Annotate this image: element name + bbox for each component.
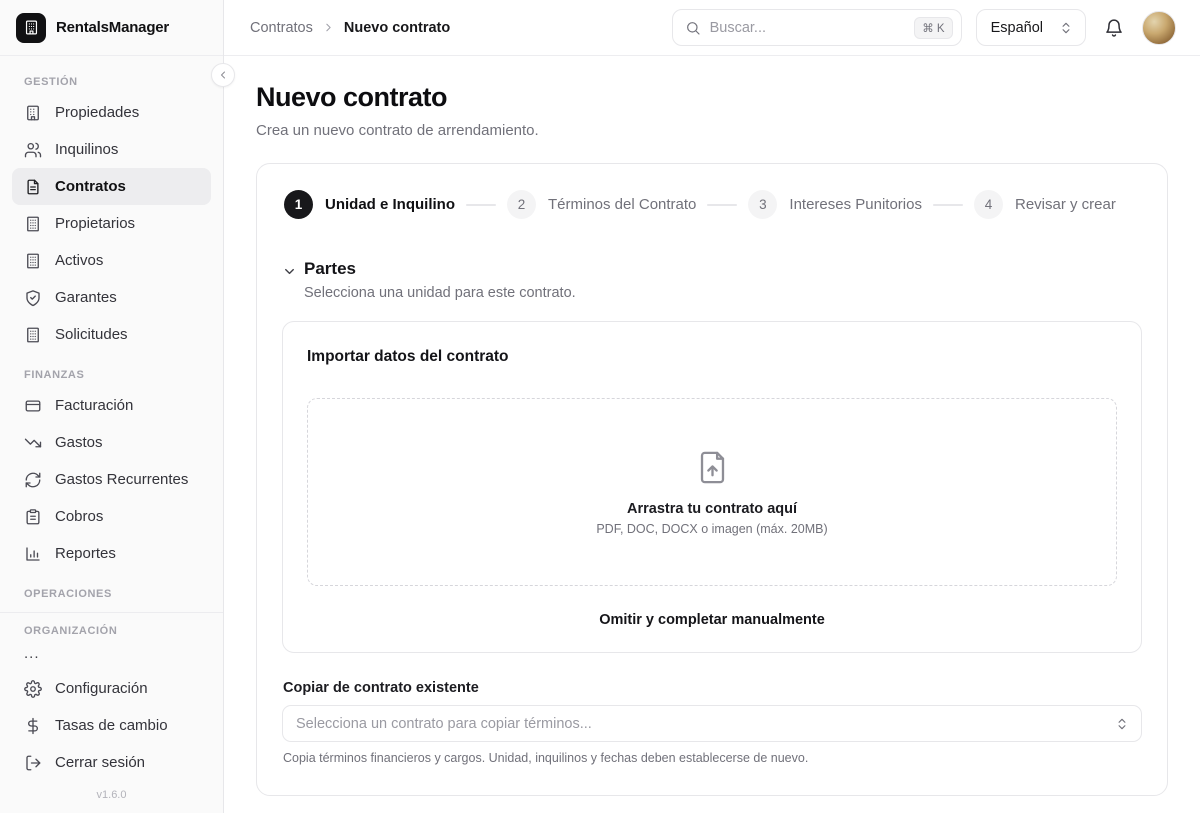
copy-contract-helper: Copia términos financieros y cargos. Uni…: [282, 751, 1142, 765]
file-upload-icon: [694, 449, 731, 486]
partes-section-toggle[interactable]: Partes: [282, 259, 1142, 279]
wizard-stepper: 1 Unidad e Inquilino 2 Términos del Cont…: [282, 190, 1142, 219]
sidebar-item-organization-more[interactable]: ...: [12, 643, 211, 662]
step-number: 1: [284, 190, 313, 219]
bell-icon: [1104, 18, 1124, 38]
dropzone-main-text: Arrastra tu contrato aquí: [627, 501, 797, 517]
breadcrumb: Contratos Nuevo contrato: [250, 20, 450, 36]
step-connector: [707, 204, 737, 206]
breadcrumb-parent[interactable]: Contratos: [250, 20, 313, 36]
sidebar: RentalsManager GESTIÓN Propiedades Inqui…: [0, 0, 224, 813]
gear-icon: [24, 680, 42, 698]
file-dropzone[interactable]: Arrastra tu contrato aquí PDF, DOC, DOCX…: [307, 398, 1117, 586]
import-card-title: Importar datos del contrato: [307, 348, 1117, 366]
sidebar-item-gastos-recurrentes[interactable]: Gastos Recurrentes: [12, 461, 211, 498]
file-text-icon: [24, 178, 42, 196]
dollar-icon: [24, 717, 42, 735]
sidebar-nav: GESTIÓN Propiedades Inquilinos Contratos…: [0, 56, 223, 813]
section-label-operaciones: OPERACIONES: [12, 580, 211, 606]
import-contract-card: Importar datos del contrato Arrastra tu …: [282, 321, 1142, 653]
shield-check-icon: [24, 289, 42, 307]
dropzone-hint-text: PDF, DOC, DOCX o imagen (máx. 20MB): [596, 522, 827, 536]
main-area: Contratos Nuevo contrato ⌘ K Español Nue…: [224, 0, 1200, 813]
search-icon: [685, 20, 701, 36]
language-select[interactable]: Español: [976, 9, 1086, 46]
logout-icon: [24, 754, 42, 772]
sidebar-item-reportes[interactable]: Reportes: [12, 535, 211, 572]
credit-card-icon: [24, 397, 42, 415]
partes-subtitle: Selecciona una unidad para este contrato…: [304, 285, 1142, 301]
sidebar-item-contratos[interactable]: Contratos: [12, 168, 211, 205]
page-content: Nuevo contrato Crea un nuevo contrato de…: [224, 56, 1200, 813]
section-label-organizacion: ORGANIZACIÓN: [12, 617, 211, 643]
step-connector: [933, 204, 963, 206]
section-label-finanzas: FINANZAS: [12, 361, 211, 387]
app-logo-icon: [16, 13, 46, 43]
chevron-left-icon: [217, 69, 229, 81]
sidebar-item-propiedades[interactable]: Propiedades: [12, 94, 211, 131]
page-subtitle: Crea un nuevo contrato de arrendamiento.: [256, 122, 1168, 139]
building-grid-icon: [24, 215, 42, 233]
user-avatar[interactable]: [1142, 11, 1176, 45]
step-unidad-e-inquilino[interactable]: 1 Unidad e Inquilino: [284, 190, 455, 219]
app-version: v1.6.0: [12, 781, 211, 813]
copy-contract-label: Copiar de contrato existente: [282, 680, 1142, 696]
chevrons-up-down-icon: [1115, 717, 1129, 731]
building-grid-icon: [24, 326, 42, 344]
copy-contract-select[interactable]: Selecciona un contrato para copiar térmi…: [282, 705, 1142, 742]
step-number: 3: [748, 190, 777, 219]
step-number: 4: [974, 190, 1003, 219]
language-value: Español: [991, 20, 1043, 36]
chevron-down-icon: [282, 264, 297, 279]
users-icon: [24, 141, 42, 159]
brand-name: RentalsManager: [56, 19, 169, 36]
search-input[interactable]: [710, 20, 906, 36]
page-title: Nuevo contrato: [256, 82, 1168, 113]
partes-title: Partes: [304, 259, 356, 279]
copy-select-placeholder: Selecciona un contrato para copiar térmi…: [296, 716, 1115, 732]
sidebar-brand[interactable]: RentalsManager: [0, 0, 223, 56]
header-actions: ⌘ K Español: [672, 9, 1176, 46]
building-grid-icon: [24, 252, 42, 270]
step-intereses-punitorios[interactable]: 3 Intereses Punitorios: [748, 190, 922, 219]
sidebar-item-solicitudes[interactable]: Solicitudes: [12, 316, 211, 353]
bar-chart-icon: [24, 545, 42, 563]
top-header: Contratos Nuevo contrato ⌘ K Español: [224, 0, 1200, 56]
chevron-right-icon: [322, 21, 335, 34]
step-connector: [466, 204, 496, 206]
trending-down-icon: [24, 434, 42, 452]
sidebar-item-garantes[interactable]: Garantes: [12, 279, 211, 316]
skip-manual-button[interactable]: Omitir y completar manualmente: [599, 612, 825, 628]
sidebar-item-facturacion[interactable]: Facturación: [12, 387, 211, 424]
sidebar-item-cerrar-sesion[interactable]: Cerrar sesión: [12, 744, 211, 781]
sidebar-item-configuracion[interactable]: Configuración: [12, 670, 211, 707]
notifications-button[interactable]: [1100, 14, 1128, 42]
chevrons-up-down-icon: [1059, 21, 1073, 35]
section-label-gestion: GESTIÓN: [12, 68, 211, 94]
sidebar-footer: Configuración Tasas de cambio Cerrar ses…: [12, 670, 211, 813]
search-shortcut-badge: ⌘ K: [914, 17, 952, 39]
sidebar-item-tasas-de-cambio[interactable]: Tasas de cambio: [12, 707, 211, 744]
sidebar-item-inquilinos[interactable]: Inquilinos: [12, 131, 211, 168]
step-revisar-y-crear[interactable]: 4 Revisar y crear: [974, 190, 1116, 219]
sidebar-item-cobros[interactable]: Cobros: [12, 498, 211, 535]
sidebar-collapse-button[interactable]: [211, 63, 235, 87]
contract-wizard-card: 1 Unidad e Inquilino 2 Términos del Cont…: [256, 163, 1168, 796]
building-icon: [24, 104, 42, 122]
sidebar-divider: [0, 612, 223, 613]
sidebar-item-activos[interactable]: Activos: [12, 242, 211, 279]
sidebar-item-propietarios[interactable]: Propietarios: [12, 205, 211, 242]
search-box[interactable]: ⌘ K: [672, 9, 962, 46]
step-terminos-del-contrato[interactable]: 2 Términos del Contrato: [507, 190, 696, 219]
step-number: 2: [507, 190, 536, 219]
refresh-icon: [24, 471, 42, 489]
clipboard-icon: [24, 508, 42, 526]
sidebar-item-gastos[interactable]: Gastos: [12, 424, 211, 461]
breadcrumb-current: Nuevo contrato: [344, 20, 450, 36]
